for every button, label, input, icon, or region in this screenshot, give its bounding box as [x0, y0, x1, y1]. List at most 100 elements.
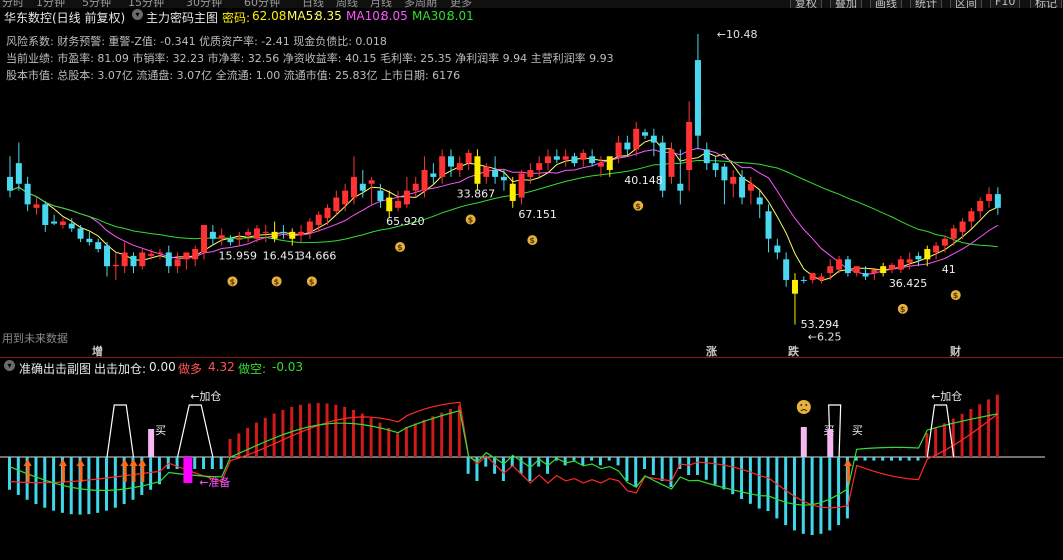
candle-body [968, 211, 975, 222]
candle-body [7, 176, 13, 191]
histogram-bar [219, 457, 223, 469]
histogram-bar [387, 427, 391, 457]
candle-body [465, 152, 472, 164]
candle-body [836, 259, 843, 270]
candle-body [218, 235, 225, 239]
candle-body [192, 249, 199, 260]
prepare-label: ←准备 [199, 475, 230, 489]
histogram-bar [872, 457, 876, 461]
histogram-bar [396, 433, 400, 457]
buy-signal-bar [800, 427, 807, 457]
histogram-bar [581, 457, 585, 466]
up-arrow-icon [138, 459, 147, 466]
candle-body [104, 245, 111, 267]
candle-body [844, 259, 851, 274]
oscillator-chart[interactable]: ←加仓←加仓买买买←准备 [0, 378, 1063, 560]
histogram-bar [510, 457, 514, 467]
histogram-bar [987, 399, 991, 457]
histogram-bar [978, 404, 982, 457]
candle-body [500, 176, 507, 181]
histogram-bar [299, 404, 303, 457]
histogram-bar [863, 457, 867, 461]
value-label: 65.920 [386, 215, 425, 228]
histogram-bar [228, 439, 232, 457]
value-label: 33.867 [457, 188, 496, 201]
up-arrow-icon [26, 466, 30, 482]
candle-body [359, 183, 366, 191]
future-data-note: 用到未来数据 [2, 332, 68, 345]
histogram-bar [713, 457, 717, 485]
fast-line [9, 401, 999, 509]
histogram-bar [528, 457, 532, 481]
high-price-label: ←10.48 [717, 28, 758, 41]
histogram-bar [616, 457, 620, 466]
histogram-bar [369, 417, 373, 457]
signal-value: 0.00 [149, 360, 176, 374]
histogram-bar [422, 419, 426, 457]
histogram-bar [643, 457, 647, 469]
histogram-bar [995, 394, 999, 457]
candle-body [871, 269, 878, 274]
histogram-bar [704, 457, 708, 480]
bear-value: -0.03 [272, 360, 304, 374]
histogram-bar [792, 457, 796, 531]
candle-body [315, 214, 322, 225]
histogram-bar [334, 404, 338, 457]
candle-body [289, 231, 296, 239]
up-arrow-icon [132, 466, 136, 482]
histogram-bar [272, 413, 276, 457]
up-arrow-icon [120, 459, 129, 466]
candle-body [306, 221, 313, 232]
candle-body [51, 221, 58, 224]
histogram-bar [202, 457, 206, 469]
histogram-bar [307, 403, 311, 457]
up-arrow-icon [79, 466, 83, 482]
bull-value: 4.32 [208, 360, 235, 374]
candle-body [527, 170, 534, 177]
candle-body [950, 228, 957, 239]
sub-indicator-name[interactable]: 准确出击副图 [19, 360, 91, 377]
candle-body [862, 273, 869, 277]
signal-peak [106, 404, 135, 458]
histogram-bar [695, 457, 699, 475]
histogram-bar [669, 457, 673, 487]
candle-body [395, 200, 402, 208]
candle-body [545, 156, 552, 164]
candle-body [112, 264, 119, 267]
candle-body [77, 228, 84, 239]
candle-body [703, 149, 710, 164]
buy-label: 买 [155, 424, 166, 437]
money-bag-icon: $ [953, 291, 959, 300]
candle-body [430, 173, 437, 177]
value-label: 40.148 [624, 174, 663, 187]
candlestick-chart[interactable]: ←10.48 ←6.25 15.959 $16.451 $34.666 $65.920 $3… [0, 0, 1063, 360]
buy-label: 买 [852, 424, 863, 437]
histogram-bar [325, 403, 329, 457]
candle-body [642, 132, 649, 136]
sad-face-icon [796, 400, 811, 414]
histogram-bar [881, 457, 885, 461]
candle-body [245, 231, 252, 236]
candle-body [509, 183, 516, 201]
up-arrow-icon [123, 466, 127, 482]
value-label: 53.294 [801, 318, 840, 331]
candle-body [24, 183, 31, 205]
candle-body [712, 163, 719, 171]
money-bag-icon: $ [529, 236, 535, 245]
histogram-bar [810, 457, 814, 535]
candle-body [791, 279, 798, 294]
value-label: 36.425 [889, 277, 928, 290]
histogram-bar [607, 457, 611, 461]
candle-body [994, 194, 1001, 208]
candle-body [42, 204, 49, 225]
candle-body [818, 276, 825, 280]
candle-body [350, 176, 357, 198]
up-arrow-icon [846, 466, 850, 482]
panel-divider[interactable] [0, 357, 1063, 358]
candle-body [633, 128, 640, 150]
candle-body [977, 200, 984, 212]
histogram-bar [193, 457, 197, 469]
candle-body [148, 253, 155, 256]
histogram-bar [898, 457, 902, 461]
signal-label: 出击加仓: [94, 362, 147, 376]
